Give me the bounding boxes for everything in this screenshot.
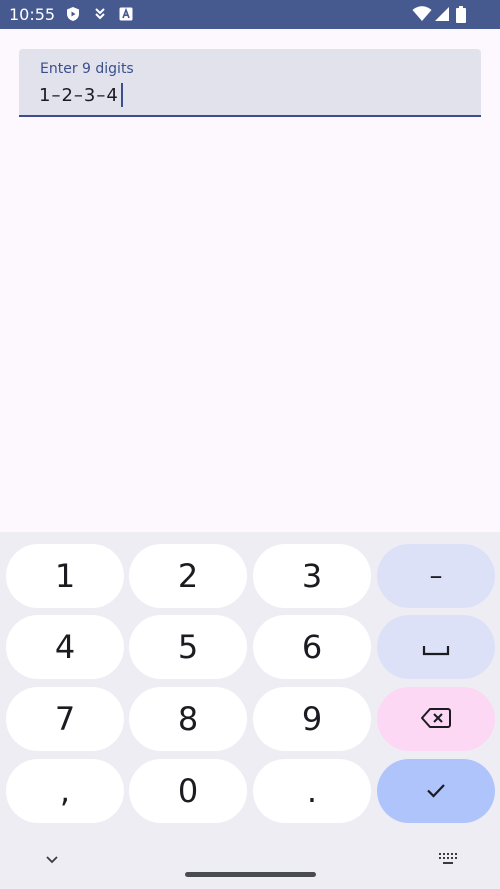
key-5[interactable]: 5 xyxy=(129,615,247,679)
keyboard-icon[interactable] xyxy=(438,852,458,866)
key-6[interactable]: 6 xyxy=(253,615,371,679)
key-4[interactable]: 4 xyxy=(6,615,124,679)
app-content: Enter 9 digits 1–2–3–4 xyxy=(0,29,500,532)
key-0[interactable]: 0 xyxy=(129,759,247,823)
home-indicator[interactable] xyxy=(185,872,316,877)
shield-play-icon xyxy=(65,6,81,22)
key-period[interactable]: . xyxy=(253,759,371,823)
a-box-icon xyxy=(118,6,134,22)
key-7[interactable]: 7 xyxy=(6,687,124,751)
wifi-icon xyxy=(412,6,432,22)
field-value: 1–2–3–4 xyxy=(39,84,119,106)
checkmark-icon xyxy=(424,772,448,810)
status-bar: 10:55 xyxy=(0,0,500,29)
key-comma[interactable]: , xyxy=(6,759,124,823)
key-1[interactable]: 1 xyxy=(6,544,124,608)
key-enter[interactable] xyxy=(377,759,495,823)
key-3[interactable]: 3 xyxy=(253,544,371,608)
key-8[interactable]: 8 xyxy=(129,687,247,751)
download-arrows-icon xyxy=(92,6,108,22)
field-label: Enter 9 digits xyxy=(40,61,134,77)
key-dash[interactable]: – xyxy=(377,544,495,608)
signal-icon xyxy=(434,6,450,22)
field-value-row[interactable]: 1–2–3–4 xyxy=(39,83,123,107)
key-9[interactable]: 9 xyxy=(253,687,371,751)
key-space[interactable] xyxy=(377,615,495,679)
text-cursor xyxy=(120,83,123,107)
chevron-down-icon[interactable] xyxy=(44,852,60,868)
status-time: 10:55 xyxy=(9,5,56,24)
key-backspace[interactable] xyxy=(377,687,495,751)
backspace-icon xyxy=(420,700,452,738)
battery-icon xyxy=(455,6,467,23)
space-icon xyxy=(422,628,450,666)
key-2[interactable]: 2 xyxy=(129,544,247,608)
digits-text-field[interactable]: Enter 9 digits 1–2–3–4 xyxy=(19,49,481,117)
